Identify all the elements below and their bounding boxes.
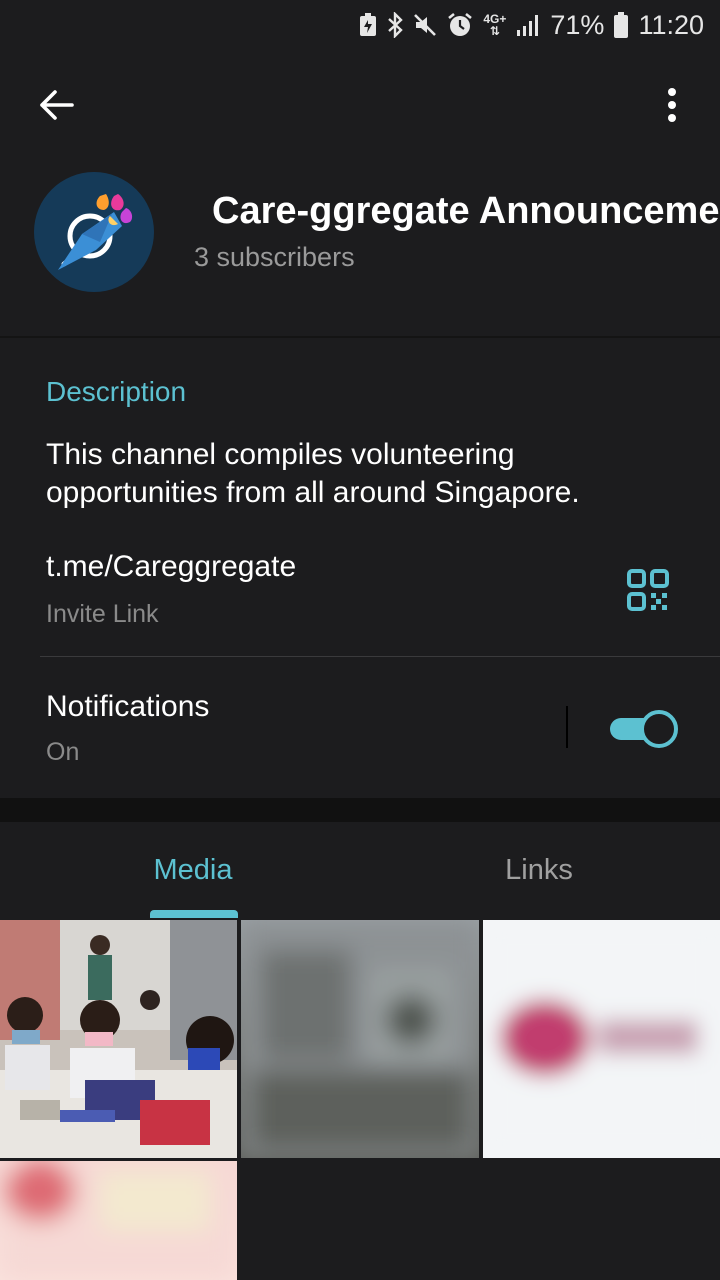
- shared-media-tabs: Media Links: [0, 822, 720, 918]
- arrow-left-icon: [40, 90, 74, 120]
- tab-media[interactable]: Media: [80, 822, 306, 918]
- channel-title: Care-ggregate Announceme: [212, 190, 720, 232]
- notifications-label[interactable]: Notifications: [46, 690, 209, 724]
- tab-links[interactable]: Links: [426, 822, 652, 918]
- invite-link-label: Invite Link: [46, 600, 159, 628]
- battery-icon: [614, 12, 629, 38]
- description-heading: Description: [46, 376, 187, 407]
- section-gap: [0, 798, 720, 822]
- bluetooth-icon: [387, 12, 404, 38]
- qr-code-icon: [627, 569, 669, 611]
- app-bar: [0, 50, 720, 160]
- back-button[interactable]: [28, 80, 84, 130]
- media-thumbnail[interactable]: [0, 920, 237, 1158]
- description-text[interactable]: This channel compiles volunteering oppor…: [46, 436, 666, 512]
- invite-link[interactable]: t.me/Careggregate: [46, 550, 296, 584]
- clock: 11:20: [638, 9, 704, 40]
- channel-avatar[interactable]: [34, 172, 154, 292]
- toggle-knob: [640, 710, 678, 748]
- row-divider: [40, 656, 720, 657]
- alarm-icon: [447, 12, 473, 38]
- bouquet-logo-icon: [58, 194, 133, 270]
- blurred-photo: [0, 1161, 237, 1280]
- media-thumbnail[interactable]: [241, 920, 479, 1158]
- media-thumbnail[interactable]: [483, 920, 720, 1158]
- subscriber-count: 3 subscribers: [194, 242, 355, 272]
- channel-info-section: Description This channel compiles volunt…: [0, 338, 720, 798]
- tab-indicator: [150, 910, 238, 918]
- qr-code-button[interactable]: [626, 568, 670, 612]
- media-thumbnail[interactable]: [0, 1161, 237, 1280]
- more-vertical-icon: [668, 88, 676, 122]
- channel-header: Care-ggregate Announceme 3 subscribers: [0, 160, 720, 336]
- vertical-separator: [566, 706, 568, 748]
- blurred-photo: [241, 920, 479, 1158]
- status-bar: 4G+ ⇅ 71% 11:20: [0, 0, 720, 50]
- battery-percent: 71%: [550, 9, 605, 40]
- mute-icon: [413, 13, 437, 37]
- signal-icon: [516, 13, 540, 37]
- blurred-graphic: [483, 920, 720, 1158]
- classroom-photo: [0, 920, 237, 1158]
- network-4g-icon: 4G+ ⇅: [483, 12, 507, 38]
- more-options-button[interactable]: [650, 80, 694, 130]
- media-grid: [0, 918, 720, 1280]
- battery-saver-icon: [359, 13, 377, 37]
- notifications-status: On: [46, 738, 80, 766]
- notifications-toggle[interactable]: [610, 710, 678, 748]
